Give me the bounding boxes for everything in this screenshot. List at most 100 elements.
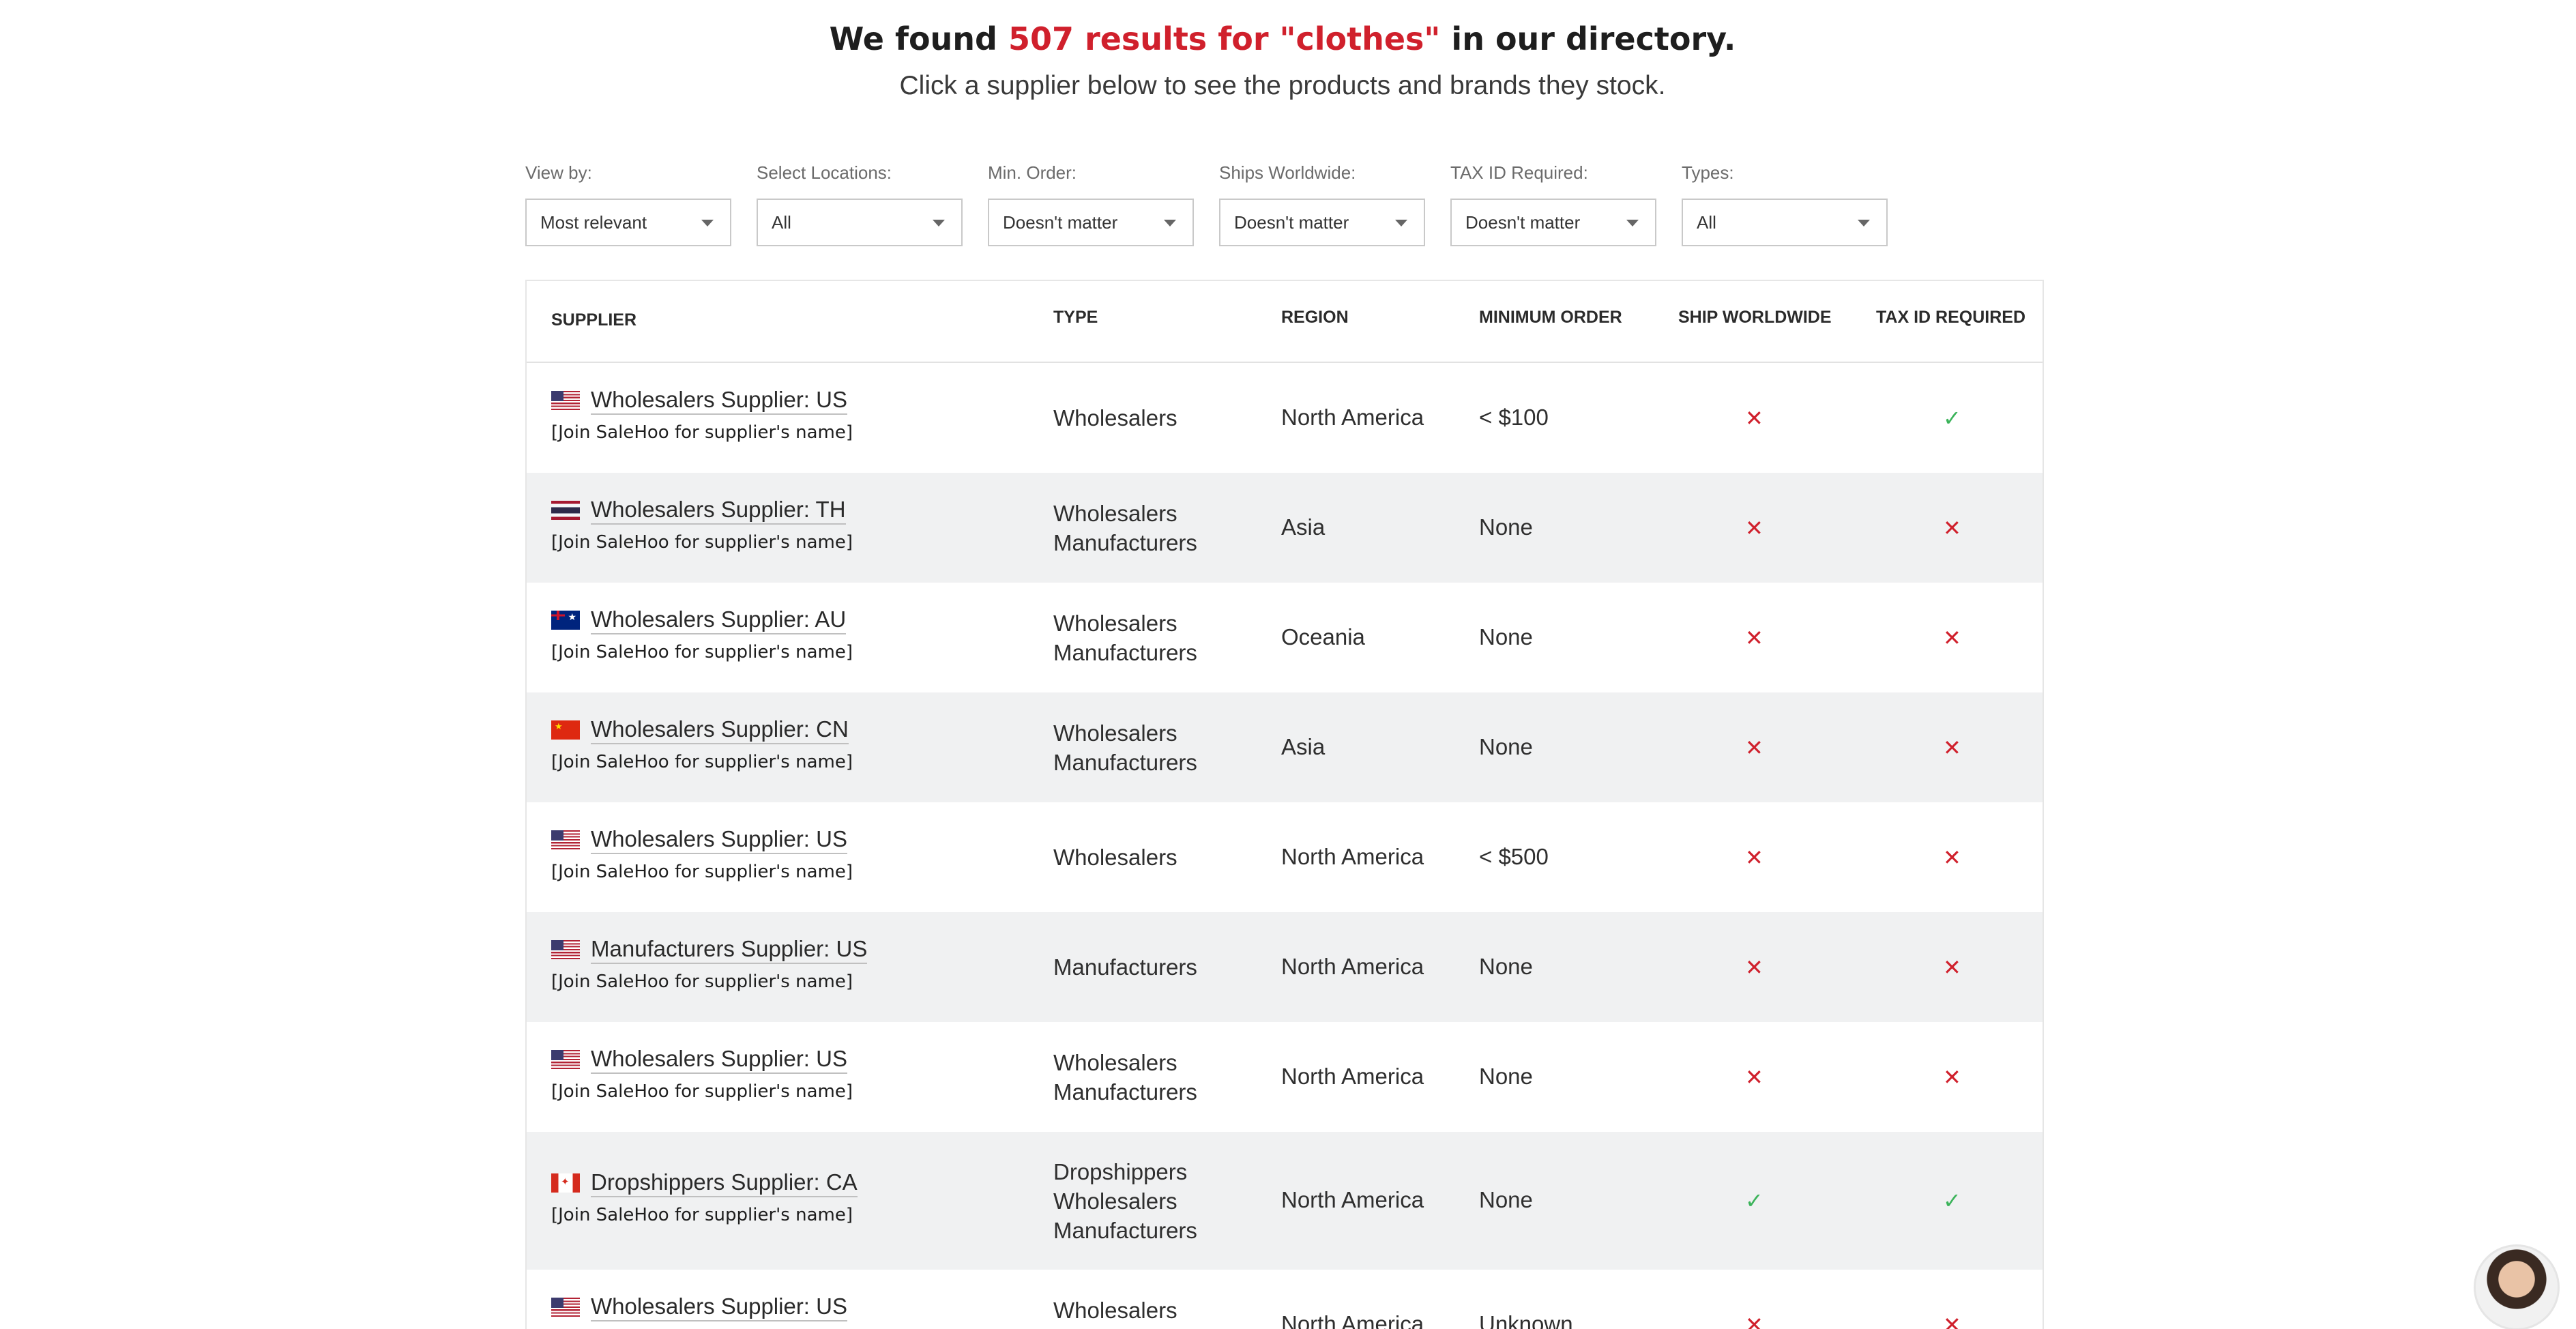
filter-locations-label: Select Locations: — [757, 162, 892, 183]
types-value: All — [1697, 212, 1716, 233]
table-row[interactable]: Wholesalers Supplier: US[Join SaleHoo fo… — [527, 1270, 2043, 1329]
supplier-name-link[interactable]: Dropshippers Supplier: CA — [591, 1169, 858, 1197]
supplier-cell: Wholesalers Supplier: AU [Join SaleHoo fo… — [551, 605, 853, 662]
supplier-name-link[interactable]: Wholesalers Supplier: US — [591, 386, 847, 415]
flag-us-icon — [551, 830, 580, 849]
min-order-cell: None — [1479, 514, 1533, 540]
filter-tax-id-label: TAX ID Required: — [1450, 162, 1588, 183]
ship-worldwide-cross-icon: ✕ — [1745, 625, 1763, 650]
locations-select[interactable]: All — [757, 199, 963, 246]
join-salehoo-link[interactable]: [Join SaleHoo for supplier's name] — [551, 532, 853, 553]
supplier-cell: Wholesalers Supplier: CN [Join SaleHoo fo… — [551, 715, 853, 772]
ship-worldwide-check-icon: ✓ — [1745, 1188, 1763, 1213]
min-order-cell: < $500 — [1479, 843, 1549, 869]
min-order-cell: None — [1479, 733, 1533, 759]
results-heading: We found 507 results for "clothes" in ou… — [0, 20, 2565, 57]
min-order-select[interactable]: Doesn't matter — [988, 199, 1194, 246]
supplier-name-line: Dropshippers Supplier: CA — [551, 1168, 858, 1198]
supplier-cell: Dropshippers Supplier: CA [Join SaleHoo f… — [551, 1168, 858, 1225]
join-salehoo-link[interactable]: [Join SaleHoo for supplier's name] — [551, 752, 853, 772]
supplier-name-line: Wholesalers Supplier: TH — [551, 495, 853, 525]
min-order-cell: Unknown — [1479, 1311, 1573, 1329]
type-label: Wholesalers — [1053, 845, 1177, 870]
min-order-cell: None — [1479, 1063, 1533, 1089]
type-label: Wholesalers — [1053, 500, 1177, 526]
type-cell: Wholesalers — [1053, 843, 1177, 872]
table-row[interactable]: Wholesalers Supplier: TH [Join SaleHoo fo… — [527, 473, 2043, 583]
types-select[interactable]: All — [1682, 199, 1888, 246]
supplier-name-line: Wholesalers Supplier: US — [551, 385, 853, 415]
table-row[interactable]: Wholesalers Supplier: US [Join SaleHoo fo… — [527, 1022, 2043, 1132]
filter-min-order: Min. Order: Doesn't matter — [988, 161, 1194, 246]
results-count: 507 results for "clothes" — [1008, 20, 1441, 57]
supplier-cell: Wholesalers Supplier: US [Join SaleHoo fo… — [551, 825, 853, 882]
type-label: Manufacturers — [1053, 749, 1197, 775]
min-order-cell: None — [1479, 1187, 1533, 1212]
supplier-name-link[interactable]: Manufacturers Supplier: US — [591, 935, 868, 964]
type-cell: Manufacturers — [1053, 952, 1197, 982]
filter-ships-worldwide: Ships Worldwide: Doesn't matter — [1219, 161, 1425, 246]
type-label: Manufacturers — [1053, 639, 1197, 665]
locations-value: All — [772, 212, 791, 233]
support-chat-avatar[interactable] — [2474, 1244, 2560, 1329]
join-salehoo-link[interactable]: [Join SaleHoo for supplier's name] — [551, 1205, 858, 1225]
min-order-cell: None — [1479, 953, 1533, 979]
filter-ships-worldwide-label: Ships Worldwide: — [1219, 162, 1356, 183]
results-heading-suffix: in our directory. — [1440, 20, 1736, 57]
tax-id-check-icon: ✓ — [1943, 405, 1961, 430]
supplier-name-link[interactable]: Wholesalers Supplier: US — [591, 826, 847, 854]
type-cell: Wholesalers Manufacturers — [1053, 499, 1197, 557]
region-cell: North America — [1281, 843, 1424, 869]
join-salehoo-link[interactable]: [Join SaleHoo for supplier's name] — [551, 972, 867, 992]
results-heading-prefix: We found — [829, 20, 1008, 57]
type-label: Manufacturers — [1053, 954, 1197, 980]
tax-id-value: Doesn't matter — [1465, 212, 1581, 233]
tax-id-check-icon: ✓ — [1943, 1188, 1961, 1213]
supplier-name-link[interactable]: Wholesalers Supplier: US — [591, 1045, 847, 1074]
tax-id-cross-icon: ✕ — [1943, 515, 1961, 540]
type-cell: Wholesalers Manufacturers — [1053, 1048, 1197, 1107]
supplier-cell: Wholesalers Supplier: US [Join SaleHoo fo… — [551, 385, 853, 443]
join-salehoo-link[interactable]: [Join SaleHoo for supplier's name] — [551, 862, 853, 882]
ships-worldwide-value: Doesn't matter — [1234, 212, 1349, 233]
supplier-name-line: Wholesalers Supplier: US — [551, 1045, 853, 1075]
supplier-name-link[interactable]: Wholesalers Supplier: CN — [591, 716, 849, 744]
region-cell: North America — [1281, 1187, 1424, 1212]
caret-down-icon — [1164, 220, 1176, 227]
tax-id-cross-icon: ✕ — [1943, 735, 1961, 760]
table-row[interactable]: Wholesalers Supplier: US [Join SaleHoo fo… — [527, 802, 2043, 912]
flag-ca-icon — [551, 1173, 580, 1193]
ship-worldwide-cross-icon: ✕ — [1745, 515, 1763, 540]
flag-au-icon — [551, 610, 580, 630]
view-by-select[interactable]: Most relevant — [525, 199, 731, 246]
type-label: Manufacturers — [1053, 1079, 1197, 1105]
type-cell: Wholesalers Manufacturers — [1053, 718, 1197, 777]
join-salehoo-link[interactable]: [Join SaleHoo for supplier's name] — [551, 1081, 853, 1102]
type-cell: Dropshippers Wholesalers Manufacturers — [1053, 1157, 1197, 1245]
type-label: Wholesalers — [1053, 405, 1177, 430]
tax-id-select[interactable]: Doesn't matter — [1450, 199, 1656, 246]
table-row[interactable]: Wholesalers Supplier: AU [Join SaleHoo fo… — [527, 583, 2043, 692]
tax-id-cross-icon: ✕ — [1943, 954, 1961, 980]
supplier-name-link[interactable]: Wholesalers Supplier: AU — [591, 606, 847, 634]
caret-down-icon — [1395, 220, 1407, 227]
table-row[interactable]: Manufacturers Supplier: US [Join SaleHoo … — [527, 912, 2043, 1022]
type-cell: Wholesalers Manufacturers — [1053, 1296, 1197, 1329]
region-cell: North America — [1281, 953, 1424, 979]
flag-cn-icon — [551, 720, 580, 740]
table-row[interactable]: Wholesalers Supplier: US [Join SaleHoo fo… — [527, 363, 2043, 473]
filter-tax-id: TAX ID Required: Doesn't matter — [1450, 161, 1656, 246]
table-row[interactable]: Wholesalers Supplier: CN [Join SaleHoo fo… — [527, 692, 2043, 802]
min-order-cell: None — [1479, 624, 1533, 649]
join-salehoo-link[interactable]: [Join SaleHoo for supplier's name] — [551, 422, 853, 443]
supplier-name-link[interactable]: Wholesalers Supplier: US — [591, 1293, 847, 1321]
table-row[interactable]: Dropshippers Supplier: CA [Join SaleHoo f… — [527, 1132, 2043, 1270]
caret-down-icon — [1626, 220, 1639, 227]
filter-types: Types: All — [1682, 161, 1888, 246]
type-label: Manufacturers — [1053, 529, 1197, 555]
supplier-name-link[interactable]: Wholesalers Supplier: TH — [591, 496, 846, 525]
type-label: Wholesalers — [1053, 720, 1177, 746]
ships-worldwide-select[interactable]: Doesn't matter — [1219, 199, 1425, 246]
type-label: Dropshippers — [1053, 1158, 1188, 1184]
join-salehoo-link[interactable]: [Join SaleHoo for supplier's name] — [551, 642, 853, 662]
